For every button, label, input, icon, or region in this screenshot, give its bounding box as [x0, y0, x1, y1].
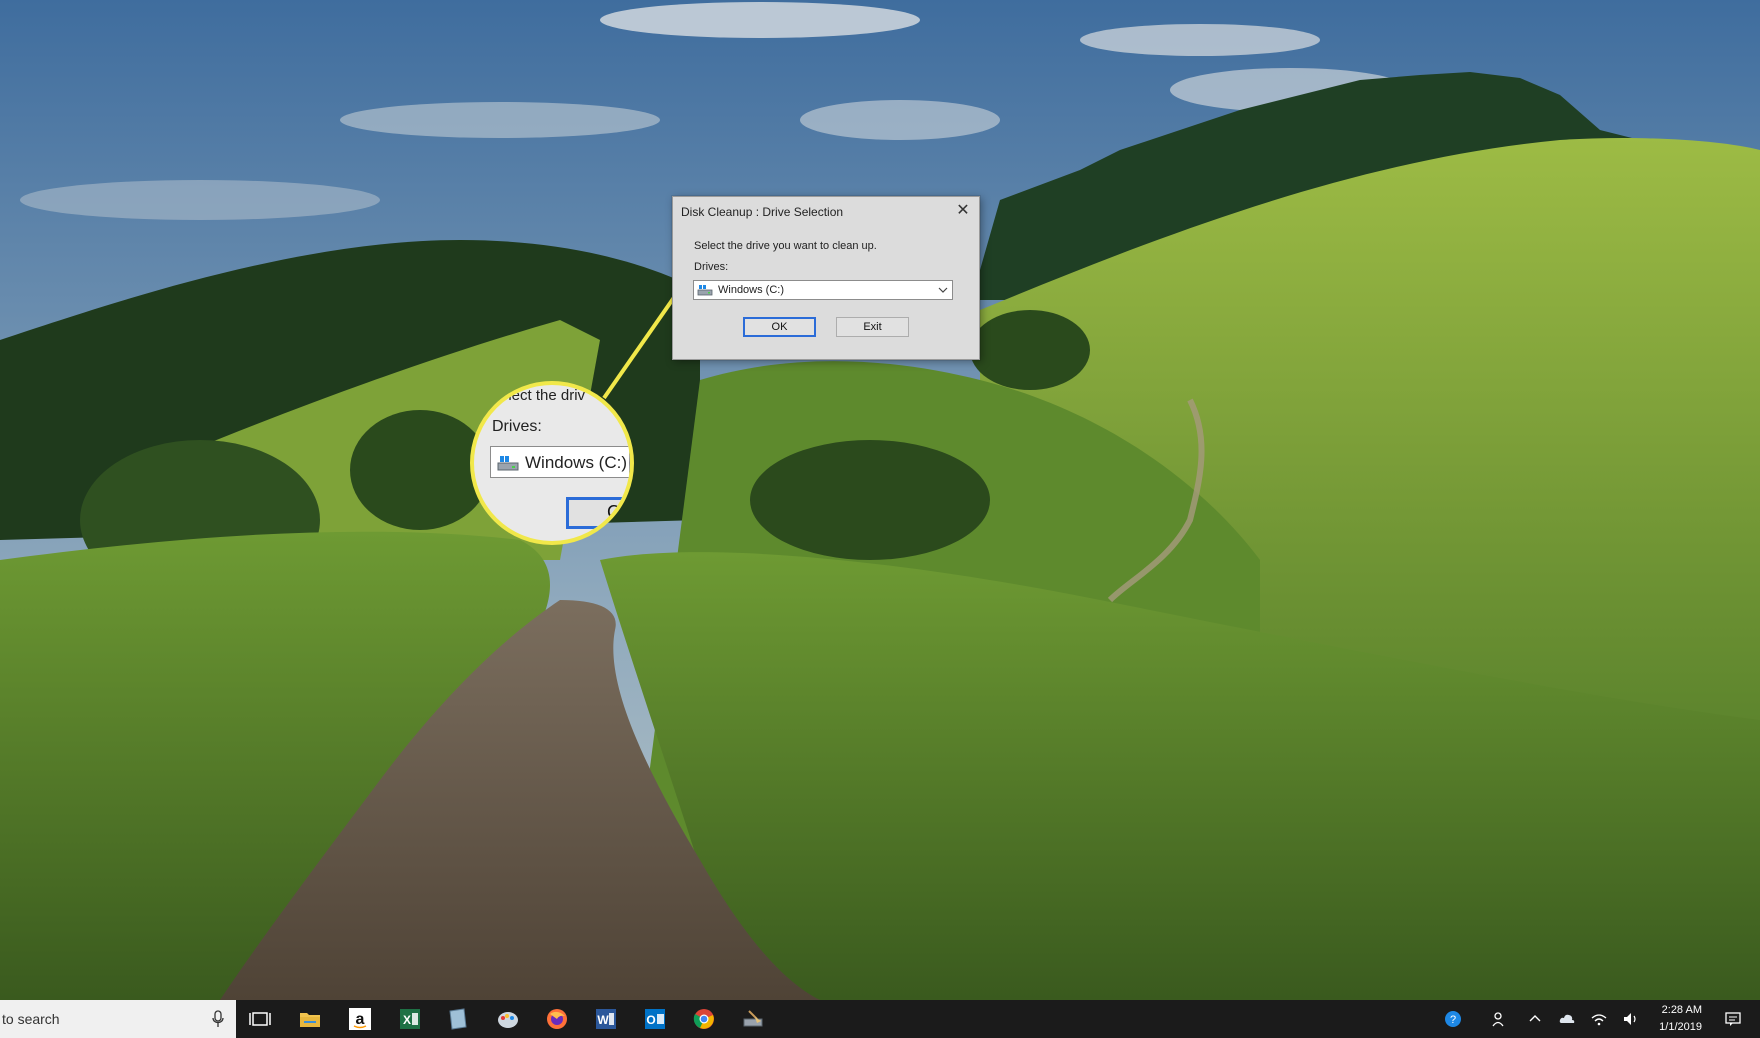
drive-select[interactable]: Windows (C:)	[693, 280, 953, 300]
dialog-title: Disk Cleanup : Drive Selection	[681, 205, 844, 219]
word-icon[interactable]: W	[594, 1007, 618, 1031]
clock-time[interactable]: 2:28 AM	[1662, 1004, 1702, 1016]
callout-drive-select: Windows (C:)	[490, 446, 630, 478]
svg-text:O: O	[646, 1013, 655, 1027]
search-text: to search	[2, 1011, 60, 1027]
exit-button[interactable]: Exit	[836, 317, 909, 337]
drive-icon	[497, 456, 519, 471]
callout-drive-value: Windows (C:)	[525, 453, 628, 472]
amazon-icon[interactable]: a	[348, 1007, 372, 1031]
help-icon[interactable]: ?	[1444, 1010, 1462, 1028]
desktop-wallpaper	[0, 0, 1760, 1000]
chrome-icon[interactable]	[692, 1007, 716, 1031]
callout-ok-button-partial: C	[566, 497, 630, 529]
magnifier-callout: elect the driv Drives: Windows (C:) C	[470, 381, 634, 545]
svg-text:?: ?	[1450, 1014, 1456, 1026]
close-icon[interactable]: ✕	[953, 201, 973, 221]
volume-icon[interactable]	[1622, 1010, 1640, 1028]
taskbar: to search a X W O ? 2:28 AM 1/1/2019	[0, 1000, 1760, 1038]
callout-partial-text: elect the driv	[500, 387, 586, 404]
dialog-message: Select the drive you want to clean up.	[694, 240, 877, 252]
clock-date[interactable]: 1/1/2019	[1659, 1021, 1702, 1033]
taskbar-search-box[interactable]: to search	[0, 1000, 236, 1038]
excel-icon[interactable]: X	[398, 1007, 422, 1031]
firefox-icon[interactable]	[545, 1007, 569, 1031]
outlook-icon[interactable]: O	[643, 1007, 667, 1031]
svg-text:a: a	[356, 1011, 365, 1028]
task-view-icon[interactable]	[248, 1007, 272, 1031]
chevron-down-icon[interactable]	[938, 284, 948, 296]
file-explorer-icon[interactable]	[298, 1007, 322, 1031]
microphone-icon[interactable]	[212, 1010, 224, 1028]
drive-select-value: Windows (C:)	[718, 284, 785, 296]
people-icon[interactable]	[1488, 1010, 1506, 1028]
drives-label: Drives:	[694, 261, 729, 273]
notification-center-icon[interactable]	[1724, 1010, 1742, 1028]
svg-text:W: W	[597, 1013, 609, 1027]
callout-drives-label: Drives:	[492, 418, 542, 435]
ok-button[interactable]: OK	[743, 317, 816, 337]
svg-text:X: X	[403, 1013, 411, 1027]
drive-icon	[697, 285, 713, 296]
disk-cleanup-icon[interactable]	[741, 1007, 765, 1031]
notepad-icon[interactable]	[446, 1007, 470, 1031]
disk-cleanup-dialog: Disk Cleanup : Drive Selection ✕ Select …	[672, 196, 980, 360]
chevron-up-icon[interactable]	[1526, 1010, 1544, 1028]
wifi-icon[interactable]	[1590, 1010, 1608, 1028]
cloud-icon[interactable]	[1558, 1010, 1576, 1028]
callout-button-partial-text: C	[607, 502, 620, 522]
paint-icon[interactable]	[496, 1007, 520, 1031]
